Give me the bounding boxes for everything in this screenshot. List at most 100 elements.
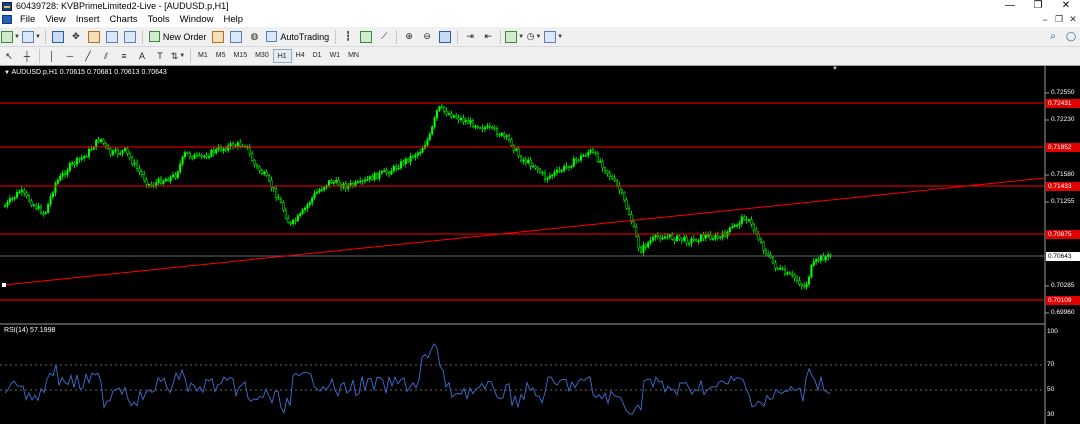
chart-shift-marker-icon[interactable]: ▼ bbox=[832, 66, 838, 72]
candle-body bbox=[738, 223, 741, 226]
candle-body bbox=[575, 158, 578, 161]
fibonacci-icon[interactable]: ≡ bbox=[116, 48, 132, 64]
candle-body bbox=[498, 134, 501, 136]
horizontal-line-icon[interactable]: ─ bbox=[62, 48, 78, 64]
candle-body bbox=[781, 267, 784, 270]
candle-body bbox=[313, 192, 316, 199]
vertical-line-icon[interactable]: │ bbox=[44, 48, 60, 64]
chart-window-icon[interactable] bbox=[2, 15, 12, 24]
tile-windows-icon[interactable] bbox=[437, 29, 453, 45]
market-watch-icon[interactable] bbox=[50, 29, 66, 45]
timeframe-w1[interactable]: W1 bbox=[326, 49, 345, 63]
market-icon[interactable] bbox=[228, 29, 244, 45]
candle-body bbox=[776, 268, 779, 270]
chat-icon[interactable]: ◯ bbox=[1063, 29, 1079, 45]
candle-body bbox=[599, 160, 602, 163]
candle-body bbox=[817, 259, 820, 261]
chart-shift-icon[interactable]: ⇤ bbox=[480, 29, 496, 45]
timeframe-m5[interactable]: M5 bbox=[212, 49, 230, 63]
candle-body bbox=[203, 155, 206, 158]
timeframe-d1[interactable]: D1 bbox=[309, 49, 326, 63]
menu-tools[interactable]: Tools bbox=[142, 14, 174, 25]
menu-file[interactable]: File bbox=[15, 14, 40, 25]
candle-body bbox=[685, 236, 688, 244]
rsi-polyline bbox=[4, 343, 831, 415]
new-chart-icon[interactable]: ▼ bbox=[1, 29, 20, 45]
metaeditor-icon[interactable] bbox=[210, 29, 226, 45]
close-button[interactable]: ✕ bbox=[1052, 0, 1080, 12]
candle-body bbox=[740, 216, 743, 224]
autotrading-button[interactable]: AutoTrading bbox=[263, 31, 332, 42]
candle-body bbox=[219, 147, 223, 151]
menu-charts[interactable]: Charts bbox=[105, 14, 143, 25]
line-chart-icon[interactable]: ⟋ bbox=[376, 29, 392, 45]
candle-body bbox=[445, 110, 448, 115]
menu-view[interactable]: View bbox=[40, 14, 70, 25]
candle-body bbox=[56, 180, 59, 184]
candle-body bbox=[649, 240, 652, 243]
candle-body bbox=[503, 133, 506, 137]
maximize-button[interactable]: ❐ bbox=[1024, 0, 1052, 12]
price-label: 0.71255 bbox=[1051, 198, 1075, 205]
text-tool-icon[interactable]: A bbox=[134, 48, 150, 64]
candle-body bbox=[507, 135, 511, 140]
candle-body bbox=[577, 159, 580, 162]
trendline-icon[interactable]: ╱ bbox=[80, 48, 96, 64]
candle-body bbox=[193, 154, 196, 159]
new-order-button[interactable]: New Order bbox=[146, 31, 210, 42]
data-window-icon[interactable]: ✥ bbox=[68, 29, 84, 45]
indicators-icon[interactable]: ▼ bbox=[505, 29, 524, 45]
profiles-icon[interactable]: ▼ bbox=[21, 29, 41, 45]
chart-area[interactable]: ▼ AUDUSD.p,H1 0.70615 0.70681 0.70613 0.… bbox=[0, 66, 1080, 424]
candle-body bbox=[385, 170, 388, 173]
candle-body bbox=[303, 207, 307, 211]
horizontal-levels[interactable] bbox=[0, 102, 1046, 301]
search-icon[interactable]: ⌕ bbox=[1045, 29, 1061, 45]
menu-help[interactable]: Help bbox=[218, 14, 248, 25]
candle-body bbox=[483, 127, 487, 130]
menu-insert[interactable]: Insert bbox=[71, 14, 105, 25]
menu-window[interactable]: Window bbox=[175, 14, 219, 25]
chart-close-button[interactable]: ✕ bbox=[1066, 14, 1080, 25]
timeframe-m15[interactable]: M15 bbox=[229, 49, 251, 63]
navigator-icon[interactable] bbox=[86, 29, 102, 45]
candle-body bbox=[620, 189, 623, 193]
signals-icon[interactable]: ◍ bbox=[246, 29, 262, 45]
candle-body bbox=[553, 172, 556, 176]
zoom-in-icon[interactable]: ⊕ bbox=[401, 29, 417, 45]
text-label-icon[interactable]: T bbox=[152, 48, 168, 64]
timeframe-m1[interactable]: M1 bbox=[194, 49, 212, 63]
crosshair-icon[interactable]: ┼ bbox=[19, 48, 35, 64]
bar-chart-icon[interactable]: ┇ bbox=[340, 29, 356, 45]
templates-icon[interactable]: ▼ bbox=[544, 29, 563, 45]
equidistant-channel-icon[interactable]: ⫽ bbox=[98, 48, 114, 64]
candle-body bbox=[627, 208, 631, 215]
candle-body bbox=[671, 234, 674, 240]
cursor-icon[interactable]: ↖ bbox=[1, 48, 17, 64]
candle-body bbox=[145, 179, 148, 185]
candle-body bbox=[608, 172, 611, 178]
strategy-tester-icon[interactable] bbox=[122, 29, 138, 45]
periods-icon[interactable]: ◷ ▼ bbox=[526, 29, 542, 45]
autoscroll-icon[interactable]: ⇥ bbox=[462, 29, 478, 45]
price-chart[interactable] bbox=[0, 66, 1080, 424]
timeframe-m30[interactable]: M30 bbox=[251, 49, 273, 63]
arrows-icon[interactable]: ⇅ ▼ bbox=[170, 48, 186, 64]
chart-frame bbox=[0, 66, 1049, 424]
candle-body bbox=[296, 215, 299, 222]
candle-body bbox=[30, 200, 33, 206]
timeframe-h4[interactable]: H4 bbox=[292, 49, 309, 63]
candle-body bbox=[699, 234, 703, 242]
timeframe-h1[interactable]: H1 bbox=[272, 49, 292, 63]
candle-body bbox=[61, 173, 64, 177]
minimize-button[interactable]: — bbox=[996, 0, 1024, 12]
candle-body bbox=[373, 173, 376, 180]
chart-minimize-button[interactable]: − bbox=[1038, 15, 1052, 25]
candle-body bbox=[587, 152, 590, 156]
candle-body bbox=[99, 139, 103, 142]
chart-restore-button[interactable]: ❐ bbox=[1052, 14, 1066, 25]
candlestick-icon[interactable] bbox=[358, 29, 374, 45]
terminal-icon[interactable] bbox=[104, 29, 120, 45]
timeframe-mn[interactable]: MN bbox=[344, 49, 363, 63]
zoom-out-icon[interactable]: ⊖ bbox=[419, 29, 435, 45]
